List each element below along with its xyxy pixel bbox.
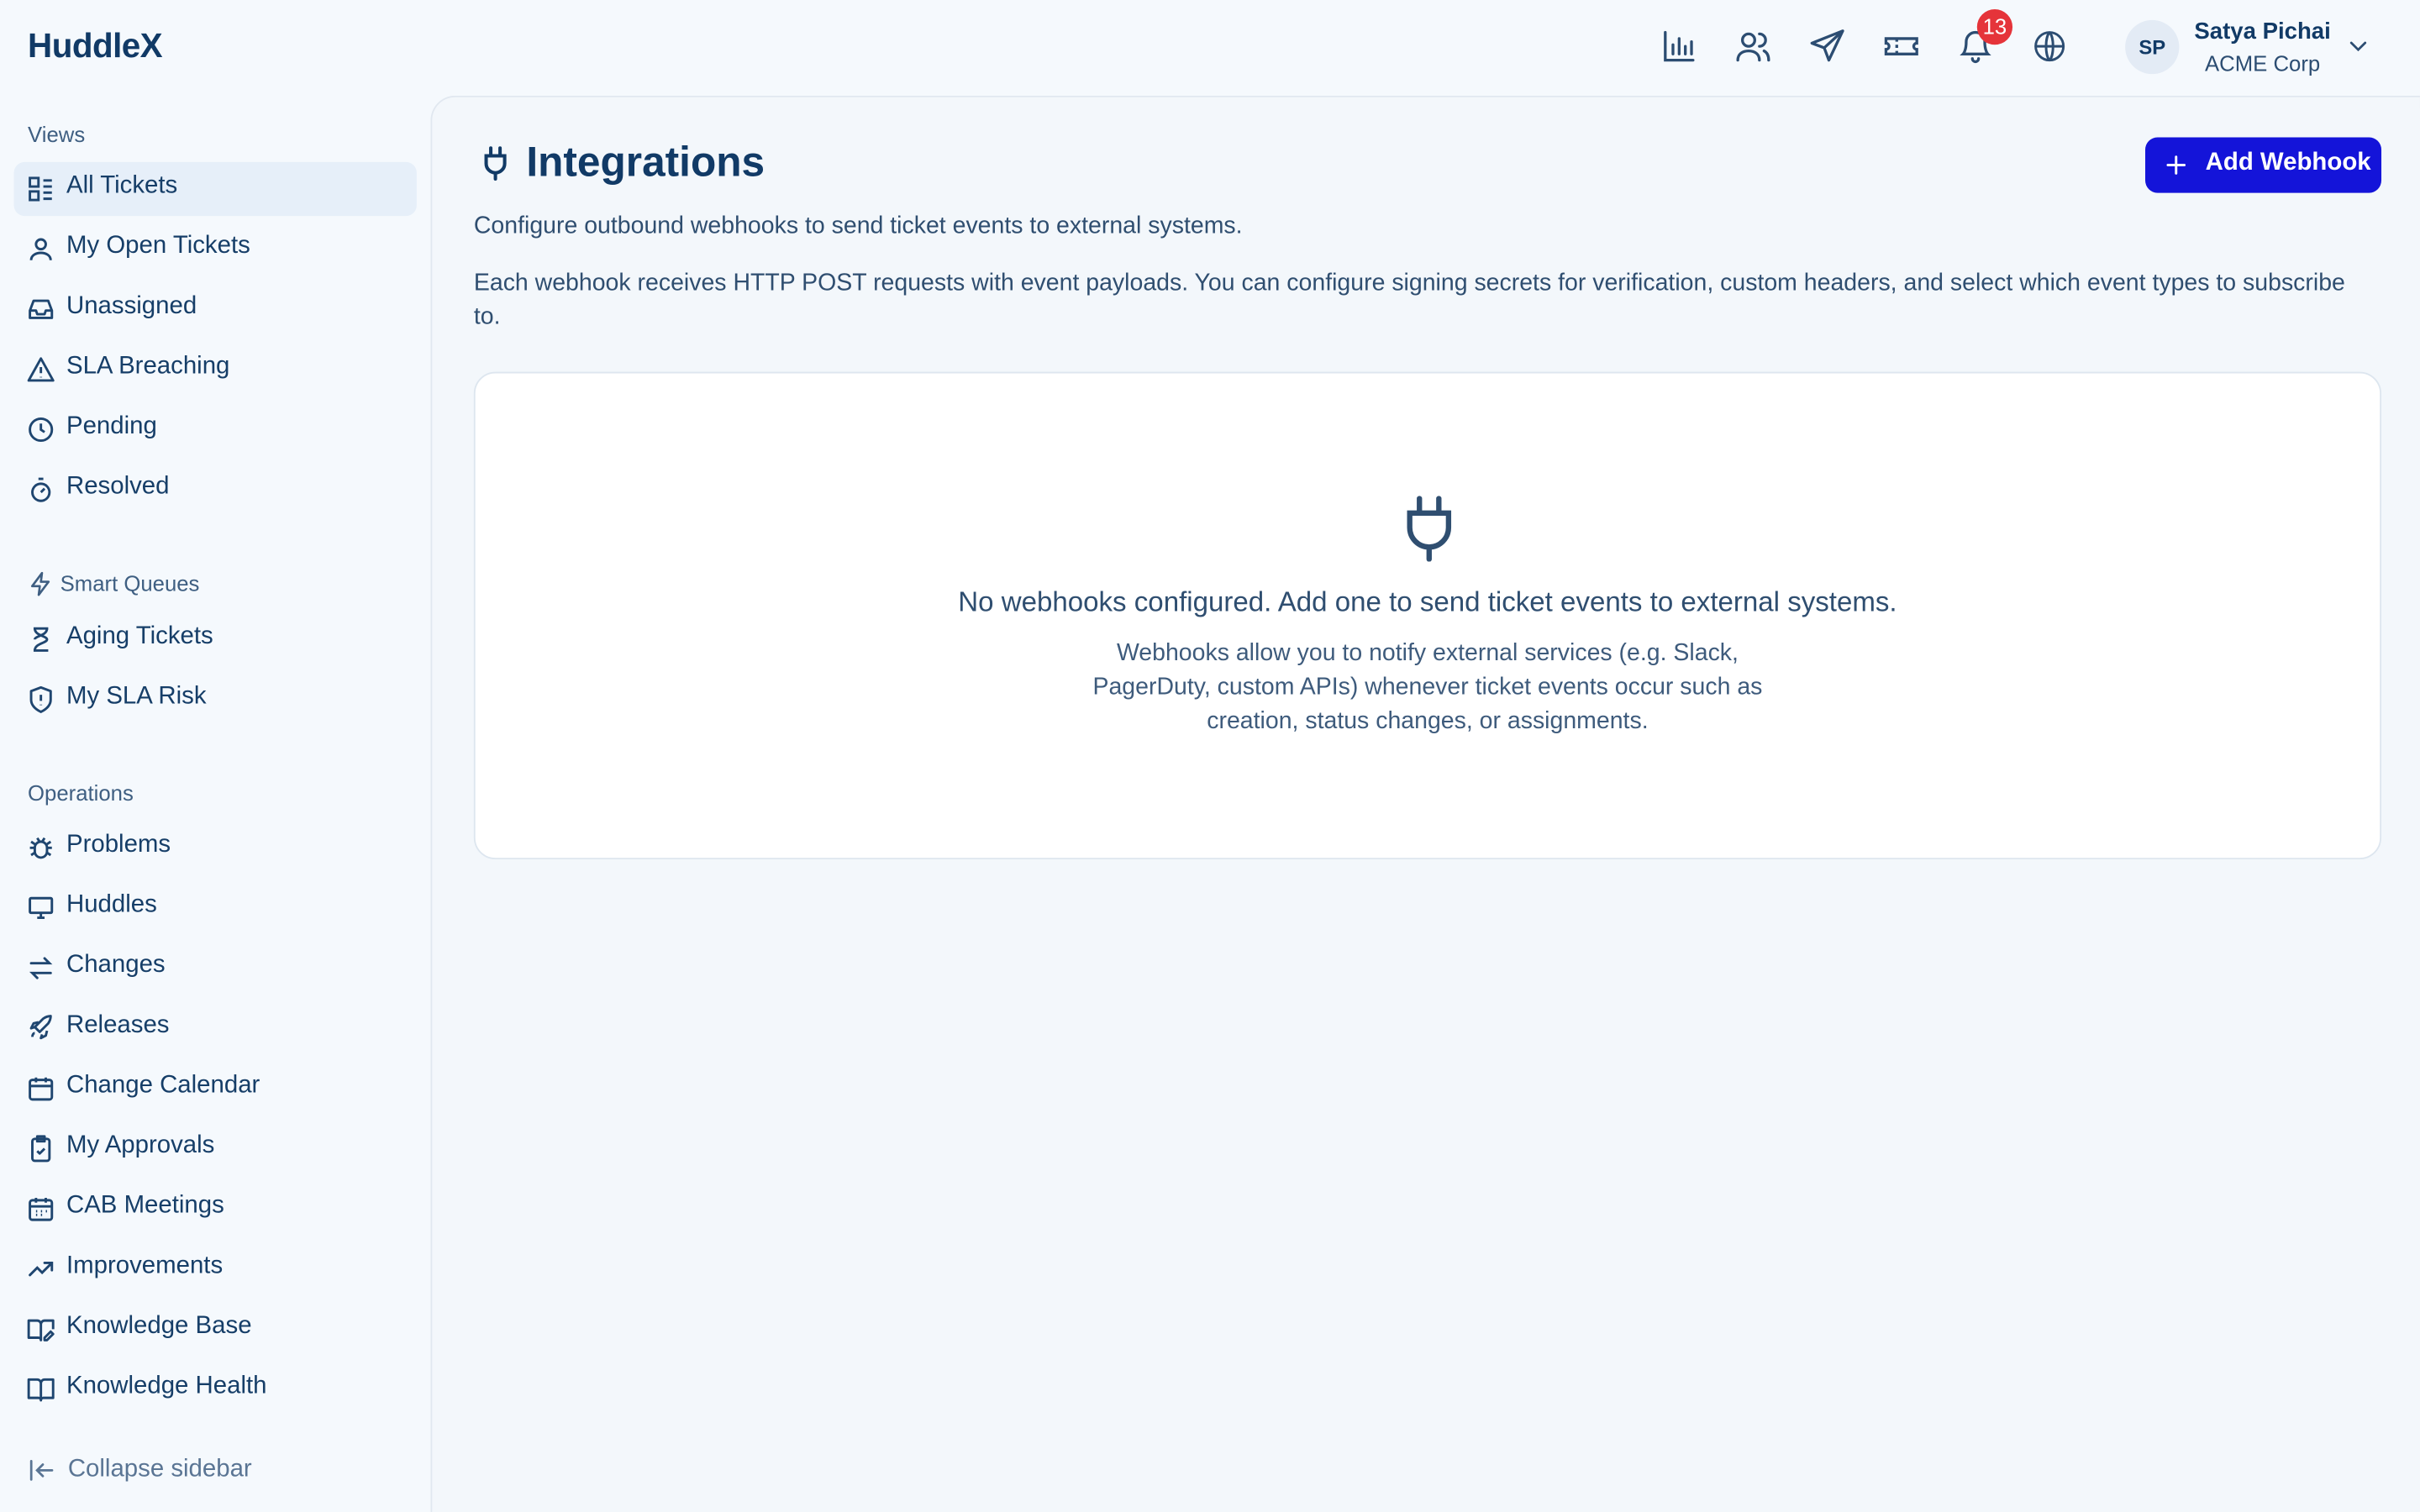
sidebar-item-my-approvals[interactable]: My Approvals <box>14 1121 417 1175</box>
avatar[interactable]: SP <box>2125 19 2180 75</box>
sidebar-item-label: Knowledge Health <box>66 1373 267 1399</box>
warning-icon <box>26 354 55 384</box>
globe-icon[interactable] <box>2031 28 2068 65</box>
sidebar-item-label: CAB Meetings <box>66 1192 224 1219</box>
sidebar-item-resolved[interactable]: Resolved <box>14 463 417 517</box>
notification-badge: 13 <box>1976 9 2013 45</box>
add-webhook-button[interactable]: Add Webhook <box>2145 137 2382 193</box>
sidebar-item-releases[interactable]: Releases <box>14 1001 417 1055</box>
sidebar-item-pending[interactable]: Pending <box>14 402 417 456</box>
views-section-title: Views <box>28 122 86 147</box>
sidebar-item-label: Pending <box>66 413 157 440</box>
users-icon[interactable] <box>1734 28 1771 65</box>
plug-icon <box>484 146 507 181</box>
sidebar-item-unassigned[interactable]: Unassigned <box>14 282 417 336</box>
sidebar-item-label: Releases <box>66 1011 170 1039</box>
timer-icon <box>26 475 55 505</box>
sidebar-item-my-sla-risk[interactable]: My SLA Risk <box>14 673 417 727</box>
list-grid-icon <box>26 175 55 204</box>
calendar-grid-icon <box>26 1194 55 1224</box>
hourglass-icon <box>26 625 55 654</box>
page-title: Integrations <box>526 139 765 186</box>
shield-icon <box>26 685 55 714</box>
lightning-icon <box>30 571 50 596</box>
sidebar-item-label: Problems <box>66 831 171 858</box>
sidebar-item-label: My Approvals <box>66 1132 215 1159</box>
empty-state-subtitle: Webhooks allow you to notify external se… <box>1092 640 1763 735</box>
sidebar-item-my-open-tickets[interactable]: My Open Tickets <box>14 222 417 276</box>
page-description: Configure outbound webhooks to send tick… <box>473 213 1243 239</box>
plug-icon <box>1400 494 1459 562</box>
sidebar-item-knowledge-health[interactable]: Knowledge Health <box>14 1362 417 1416</box>
sidebar-item-huddles[interactable]: Huddles <box>14 881 417 935</box>
sidebar-item-label: My Open Tickets <box>66 233 250 260</box>
trending-up-icon <box>26 1254 55 1284</box>
sidebar-item-label: Unassigned <box>66 292 197 320</box>
sidebar-item-label: Change Calendar <box>66 1072 260 1099</box>
send-icon[interactable] <box>1809 28 1846 65</box>
sidebar-item-label: Improvements <box>66 1252 224 1279</box>
sidebar-item-cab-meetings[interactable]: CAB Meetings <box>14 1182 417 1236</box>
user-org: ACME Corp <box>2205 50 2321 76</box>
bar-chart-icon[interactable] <box>1660 28 1697 65</box>
collapse-left-icon <box>29 1459 54 1481</box>
arrows-swap-icon <box>26 953 55 983</box>
monitor-icon <box>26 893 55 922</box>
empty-state-title: No webhooks configured. Add one to send … <box>958 585 1897 617</box>
sidebar-item-change-calendar[interactable]: Change Calendar <box>14 1062 417 1116</box>
sidebar-item-label: Huddles <box>66 891 157 918</box>
sidebar-item-label: Aging Tickets <box>66 623 213 650</box>
sidebar-item-sla-breaching[interactable]: SLA Breaching <box>14 343 417 396</box>
ticket-icon[interactable] <box>1883 28 1920 65</box>
sidebar-item-label: All Tickets <box>66 172 178 199</box>
clock-icon <box>26 415 55 444</box>
sidebar-item-label: Knowledge Base <box>66 1313 252 1340</box>
top-bar: HuddleX 13 SP Satya Pichai ACME Corp <box>0 0 2420 96</box>
inbox-icon <box>26 295 55 324</box>
sidebar-item-all-tickets[interactable]: All Tickets <box>13 161 417 217</box>
book-open-icon <box>26 1374 55 1404</box>
sidebar-item-changes[interactable]: Changes <box>14 941 417 995</box>
book-edit-icon <box>26 1315 55 1344</box>
rocket-icon <box>26 1014 55 1043</box>
app-logo[interactable]: HuddleX <box>28 26 163 66</box>
sidebar-item-knowledge-base[interactable]: Knowledge Base <box>14 1302 417 1356</box>
clipboard-check-icon <box>26 1134 55 1163</box>
sidebar-item-problems[interactable]: Problems <box>14 821 417 874</box>
sidebar-item-aging-tickets[interactable]: Aging Tickets <box>14 612 417 666</box>
sidebar-item-label: Changes <box>66 952 166 979</box>
chevron-down-icon[interactable] <box>2344 33 2372 60</box>
sidebar: Views All Tickets My Open Tickets Unassi… <box>0 96 430 1512</box>
sidebar-item-label: My SLA Risk <box>66 683 207 710</box>
user-icon <box>26 234 55 264</box>
operations-section-title: Operations <box>28 780 134 806</box>
calendar-icon <box>26 1074 55 1103</box>
main-content: Integrations Add Webhook Configure outbo… <box>430 95 2420 1512</box>
page-description-detail: Each webhook receives HTTP POST requests… <box>473 270 2345 331</box>
sidebar-item-improvements[interactable]: Improvements <box>14 1242 417 1296</box>
bug-icon <box>26 833 55 863</box>
plus-icon <box>2166 155 2186 175</box>
sidebar-item-label: Resolved <box>66 473 170 501</box>
user-name[interactable]: Satya Pichai <box>2191 18 2333 45</box>
empty-state-card: No webhooks configured. Add one to send … <box>473 371 2382 860</box>
sidebar-item-label: SLA Breaching <box>66 353 230 380</box>
